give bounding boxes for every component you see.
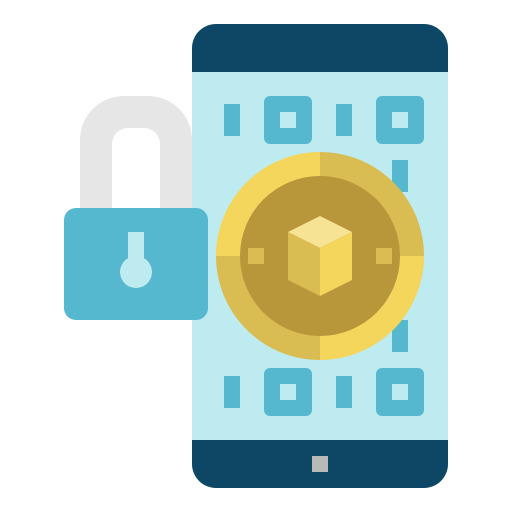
qr-bar — [336, 376, 352, 408]
shackle — [80, 96, 192, 210]
coin-notch — [248, 248, 264, 264]
coin-notch — [376, 248, 392, 264]
home-button — [312, 456, 328, 472]
qr-bar — [224, 104, 240, 136]
qr-bar — [224, 376, 240, 408]
crypto-coin — [216, 152, 424, 360]
cube-icon — [288, 216, 352, 296]
qr-bar — [336, 104, 352, 136]
padlock — [64, 96, 208, 320]
phone-lock-coin-illustration — [64, 24, 448, 488]
